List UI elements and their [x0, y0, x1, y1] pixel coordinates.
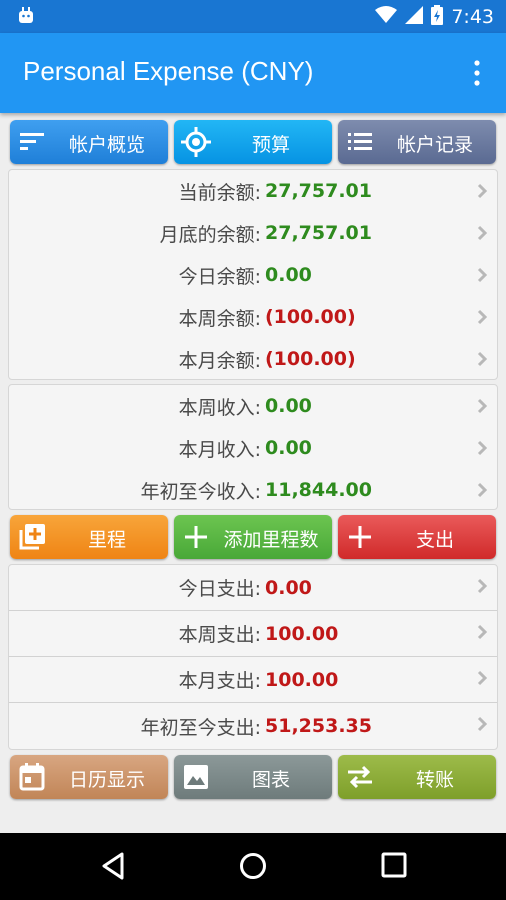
- row-value: 0.00: [265, 395, 312, 417]
- image-icon: [181, 762, 211, 792]
- swap-arrows-icon: [345, 762, 375, 792]
- calendar-icon: [17, 762, 47, 792]
- income-row-month[interactable]: 本月收入: 0.00: [9, 427, 497, 469]
- add-mileage-button[interactable]: 添加里程数: [174, 515, 332, 559]
- chevron-right-icon: [477, 481, 488, 503]
- row-label: 本月支出:: [178, 670, 261, 692]
- row-label: 本周余额:: [178, 307, 261, 330]
- more-options-icon[interactable]: [472, 59, 482, 87]
- row-label: 本周支出:: [178, 624, 261, 646]
- home-icon[interactable]: [239, 852, 267, 884]
- expense-label: 支出: [415, 529, 454, 551]
- budget-button[interactable]: 预算: [174, 120, 332, 164]
- plus-icon: [345, 522, 375, 552]
- balance-row-month-end[interactable]: 月底的余额: 27,757.01: [9, 212, 497, 254]
- row-label: 年初至今支出:: [140, 716, 261, 739]
- system-nav-bar: [0, 833, 506, 900]
- chevron-right-icon: [477, 623, 488, 645]
- budget-label: 预算: [251, 134, 290, 156]
- row-value: 11,844.00: [265, 479, 372, 501]
- row-value: 27,757.01: [265, 180, 372, 202]
- account-overview-label: 帐户概览: [68, 134, 145, 156]
- row-value: (100.00): [265, 306, 356, 328]
- transfer-button[interactable]: 转账: [338, 755, 496, 799]
- chevron-right-icon: [477, 308, 488, 330]
- balance-row-week[interactable]: 本周余额: (100.00): [9, 296, 497, 338]
- row-value: 100.00: [265, 622, 339, 645]
- list-icon: [345, 127, 375, 157]
- add-expense-button[interactable]: 支出: [338, 515, 496, 559]
- row-value: 51,253.35: [265, 715, 372, 737]
- calendar-view-button[interactable]: 日历显示: [10, 755, 168, 799]
- back-icon[interactable]: [100, 852, 126, 884]
- expense-card: 今日支出: 0.00 本周支出: 100.00 本月支出: 100.00 年初至…: [8, 564, 498, 750]
- action-button-row: 里程 添加里程数 支出: [10, 515, 496, 559]
- add-library-icon: [17, 522, 47, 552]
- chevron-right-icon: [477, 439, 488, 461]
- row-value: 100.00: [265, 668, 339, 691]
- row-value: 0.00: [265, 264, 312, 286]
- expense-row-today[interactable]: 今日支出: 0.00: [9, 565, 497, 611]
- account-records-button[interactable]: 帐户记录: [338, 120, 496, 164]
- target-icon: [181, 127, 211, 157]
- add-mileage-label: 添加里程数: [223, 529, 319, 551]
- balance-card: 当前余额: 27,757.01 月底的余额: 27,757.01 今日余额: 0…: [8, 169, 498, 380]
- row-label: 月底的余额:: [159, 223, 261, 246]
- bottom-button-row: 日历显示 图表 转账: [10, 755, 496, 799]
- income-row-week[interactable]: 本周收入: 0.00: [9, 385, 497, 427]
- page-title: Personal Expense (CNY): [23, 56, 314, 86]
- clock-time: 7:43: [451, 6, 494, 28]
- wifi-icon: [375, 6, 398, 28]
- chevron-right-icon: [477, 577, 488, 599]
- calendar-view-label: 日历显示: [68, 769, 145, 791]
- chart-button[interactable]: 图表: [174, 755, 332, 799]
- chevron-right-icon: [477, 715, 488, 737]
- chevron-right-icon: [477, 669, 488, 691]
- row-label: 本周收入:: [178, 396, 261, 419]
- row-value: 0.00: [265, 437, 312, 459]
- expense-row-ytd[interactable]: 年初至今支出: 51,253.35: [9, 703, 497, 749]
- plus-icon: [181, 522, 211, 552]
- sort-lines-icon: [17, 127, 47, 157]
- income-card: 本周收入: 0.00 本月收入: 0.00 年初至今收入: 11,844.00: [8, 384, 498, 510]
- row-label: 今日余额:: [178, 265, 261, 288]
- recents-icon[interactable]: [381, 852, 407, 882]
- android-icon: [17, 7, 35, 29]
- app-bar: Personal Expense (CNY): [0, 33, 506, 113]
- row-value: 27,757.01: [265, 222, 372, 244]
- income-row-ytd[interactable]: 年初至今收入: 11,844.00: [9, 469, 497, 511]
- balance-row-current[interactable]: 当前余额: 27,757.01: [9, 170, 497, 212]
- mileage-button[interactable]: 里程: [10, 515, 168, 559]
- battery-icon: [431, 5, 444, 29]
- chevron-right-icon: [477, 224, 488, 246]
- status-bar: 7:43: [0, 0, 506, 33]
- chevron-right-icon: [477, 350, 488, 372]
- balance-row-today[interactable]: 今日余额: 0.00: [9, 254, 497, 296]
- account-overview-button[interactable]: 帐户概览: [10, 120, 168, 164]
- expense-row-week[interactable]: 本周支出: 100.00: [9, 611, 497, 657]
- transfer-label: 转账: [415, 769, 454, 791]
- chart-label: 图表: [251, 769, 290, 791]
- account-records-label: 帐户记录: [396, 134, 473, 156]
- signal-icon: [405, 6, 424, 28]
- row-label: 本月余额:: [178, 349, 261, 372]
- chevron-right-icon: [477, 266, 488, 288]
- nav-button-row: 帐户概览 预算 帐户记录: [10, 120, 496, 164]
- expense-row-month[interactable]: 本月支出: 100.00: [9, 657, 497, 703]
- mileage-label: 里程: [87, 529, 126, 551]
- row-label: 本月收入:: [178, 438, 261, 461]
- row-label: 当前余额:: [178, 181, 261, 204]
- row-label: 年初至今收入:: [140, 480, 261, 503]
- chevron-right-icon: [477, 397, 488, 419]
- chevron-right-icon: [477, 182, 488, 204]
- balance-row-month[interactable]: 本月余额: (100.00): [9, 338, 497, 380]
- row-label: 今日支出:: [178, 578, 261, 600]
- row-value: (100.00): [265, 348, 356, 370]
- row-value: 0.00: [265, 576, 312, 599]
